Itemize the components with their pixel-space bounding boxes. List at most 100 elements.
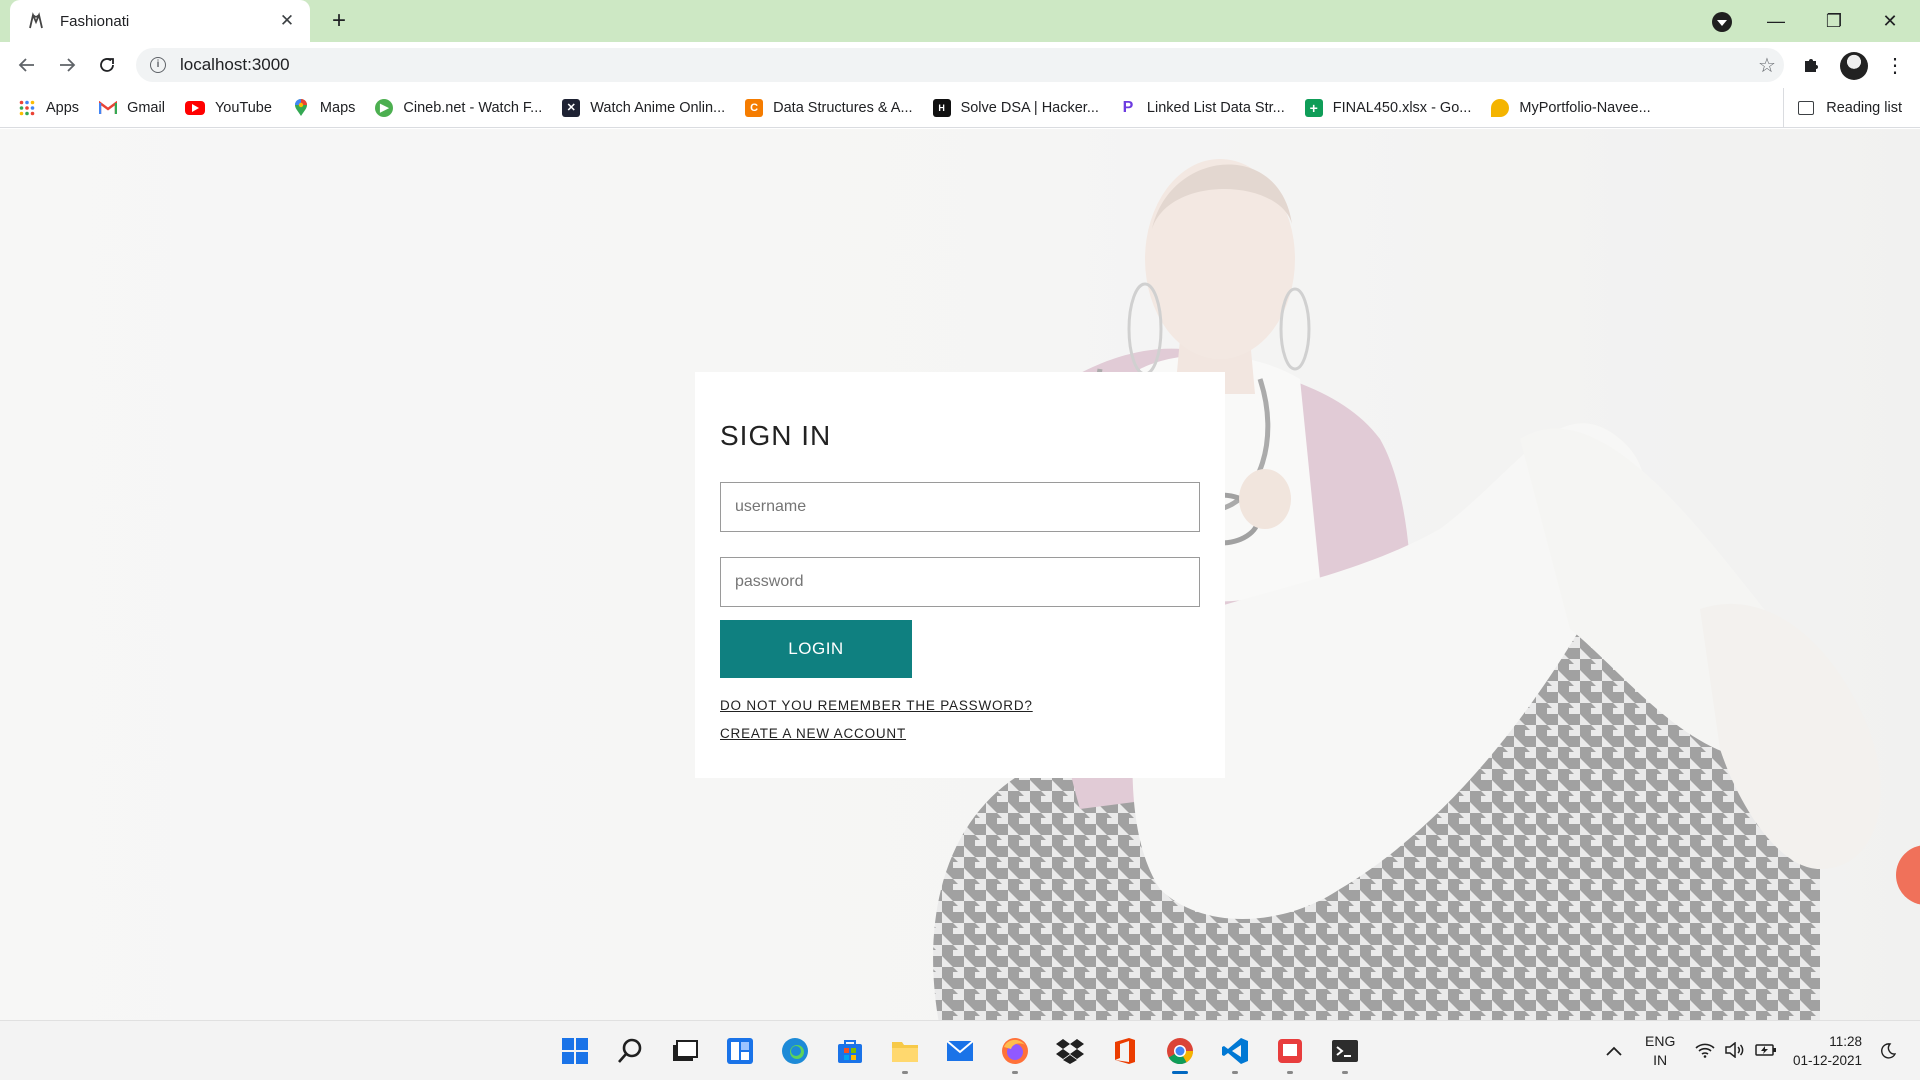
anime-icon: ✕ (562, 98, 581, 117)
username-input[interactable] (720, 482, 1200, 532)
mail-icon[interactable] (940, 1031, 980, 1071)
volume-icon (1725, 1040, 1745, 1061)
bookmark-maps[interactable]: Maps (292, 98, 356, 117)
bookmark-youtube[interactable]: YouTube (184, 99, 272, 116)
windows-start-icon[interactable] (555, 1031, 595, 1071)
reading-list-icon (1798, 101, 1815, 115)
hackerrank-icon: H (932, 98, 951, 117)
region-text: IN (1653, 1052, 1668, 1068)
office-icon[interactable] (1105, 1031, 1145, 1071)
system-tray[interactable] (1695, 1021, 1777, 1081)
bookmark-apps[interactable]: Apps (18, 99, 79, 117)
chrome-icon[interactable] (1160, 1031, 1200, 1071)
tab-search-icon[interactable] (1712, 12, 1732, 32)
page-content: SIGN IN LOGIN DO NOT YOU REMEMBER THE PA… (0, 129, 1920, 1020)
password-input[interactable] (720, 557, 1200, 607)
site-info-icon[interactable]: i (150, 57, 166, 73)
bookmark-hackerrank[interactable]: H Solve DSA | Hacker... (932, 98, 1099, 117)
forward-arrow-icon[interactable] (52, 50, 82, 80)
task-view-icon[interactable] (665, 1031, 705, 1071)
maps-pin-icon (292, 98, 310, 117)
profile-avatar[interactable] (1840, 52, 1868, 80)
windows-taskbar: ENG IN 11:28 01-12-2021 (0, 1020, 1920, 1080)
bookmark-star-icon[interactable]: ☆ (1750, 53, 1784, 78)
running-indicator (1012, 1071, 1018, 1074)
codingninjas-icon: C (745, 98, 764, 117)
clock-time: 11:28 (1829, 1034, 1863, 1049)
running-indicator (1232, 1071, 1238, 1074)
reading-list-button[interactable]: Reading list (1783, 88, 1902, 128)
signin-card: SIGN IN LOGIN DO NOT YOU REMEMBER THE PA… (695, 372, 1225, 778)
battery-charging-icon (1755, 1043, 1777, 1060)
tab-close-icon[interactable]: ✕ (276, 11, 298, 31)
more-menu-icon[interactable]: ⋮ (1880, 50, 1910, 80)
browser-titlebar: Fashionati ✕ + — ❐ ✕ (0, 0, 1920, 42)
fashionati-favicon-icon (26, 11, 46, 31)
browser-toolbar: i localhost:3000 ☆ ⋮ (0, 42, 1920, 88)
bookmark-label: Watch Anime Onlin... (590, 99, 726, 116)
file-explorer-icon[interactable] (885, 1031, 925, 1071)
notification-moon-icon[interactable] (1880, 1021, 1896, 1081)
language-indicator[interactable]: ENG IN (1645, 1021, 1675, 1081)
running-indicator (902, 1071, 908, 1074)
back-arrow-icon[interactable] (12, 50, 42, 80)
bookmark-label: Apps (46, 99, 80, 116)
edge-browser-icon[interactable] (775, 1031, 815, 1071)
sheets-icon: + (1304, 98, 1323, 117)
clock-date: 01-12-2021 (1793, 1053, 1863, 1068)
create-account-link[interactable]: CREATE A NEW ACCOUNT (720, 726, 1200, 741)
running-indicator (1287, 1071, 1293, 1074)
programiz-icon: P (1122, 98, 1134, 116)
clock[interactable]: 11:28 01-12-2021 (1793, 1021, 1862, 1081)
bookmark-gmail[interactable]: Gmail (99, 99, 165, 117)
bookmark-label: Data Structures & A... (773, 99, 913, 116)
bookmark-anime[interactable]: ✕ Watch Anime Onlin... (562, 98, 726, 117)
bookmark-final450[interactable]: + FINAL450.xlsx - Go... (1304, 98, 1472, 117)
running-indicator-active (1172, 1071, 1188, 1074)
firefox-icon[interactable] (995, 1031, 1035, 1071)
tab-title: Fashionati (60, 12, 130, 30)
gmail-icon (99, 99, 118, 117)
close-window-button[interactable]: ✕ (1862, 0, 1918, 42)
dropbox-icon[interactable] (1050, 1031, 1090, 1071)
bookmark-cineb[interactable]: ▶ Cineb.net - Watch F... (375, 98, 543, 117)
bookmark-data-structures[interactable]: C Data Structures & A... (745, 98, 913, 117)
youtube-icon (184, 100, 205, 115)
login-button[interactable]: LOGIN (720, 620, 912, 678)
microsoft-store-icon[interactable] (830, 1031, 870, 1071)
bookmark-label: Maps (319, 99, 356, 116)
bookmark-linked-list[interactable]: P Linked List Data Str... (1119, 99, 1285, 117)
forgot-password-link[interactable]: DO NOT YOU REMEMBER THE PASSWORD? (720, 698, 1200, 713)
bookmark-label: FINAL450.xlsx - Go... (1332, 99, 1472, 116)
portfolio-icon (1491, 98, 1510, 117)
bookmark-label: Solve DSA | Hacker... (960, 99, 1099, 116)
show-hidden-icons-chevron-icon[interactable] (1605, 1021, 1623, 1081)
widgets-icon[interactable] (720, 1031, 760, 1071)
browser-tab[interactable]: Fashionati ✕ (10, 0, 310, 42)
extensions-puzzle-icon[interactable] (1796, 50, 1826, 80)
bookmark-portfolio[interactable]: MyPortfolio-Navee... (1491, 98, 1651, 117)
terminal-icon[interactable] (1325, 1031, 1365, 1071)
language-text: ENG (1645, 1033, 1676, 1049)
bookmark-label: Cineb.net - Watch F... (403, 99, 543, 116)
vscode-icon[interactable] (1215, 1031, 1255, 1071)
bookmark-label: MyPortfolio-Navee... (1519, 99, 1651, 116)
apps-grid-icon (18, 99, 36, 117)
new-tab-button[interactable]: + (326, 8, 352, 34)
reading-list-label: Reading list (1826, 100, 1902, 116)
cineb-icon: ▶ (375, 98, 394, 117)
minimize-button[interactable]: — (1748, 0, 1804, 42)
bookmark-label: Gmail (127, 99, 165, 116)
restore-button[interactable]: ❐ (1806, 0, 1862, 42)
search-icon[interactable] (610, 1031, 650, 1071)
running-indicator (1342, 1071, 1348, 1074)
address-bar[interactable]: i localhost:3000 ☆ (136, 48, 1784, 82)
bookmark-label: Linked List Data Str... (1146, 99, 1285, 116)
snip-tool-icon[interactable] (1270, 1031, 1310, 1071)
bookmarks-bar: Apps Gmail YouTube Maps ▶ Cineb.net - Wa… (0, 88, 1920, 128)
url-text: localhost:3000 (180, 55, 290, 74)
wifi-icon (1695, 1042, 1715, 1061)
reload-icon[interactable] (92, 50, 122, 80)
bookmark-label: YouTube (214, 99, 272, 116)
signin-heading: SIGN IN (720, 420, 832, 451)
